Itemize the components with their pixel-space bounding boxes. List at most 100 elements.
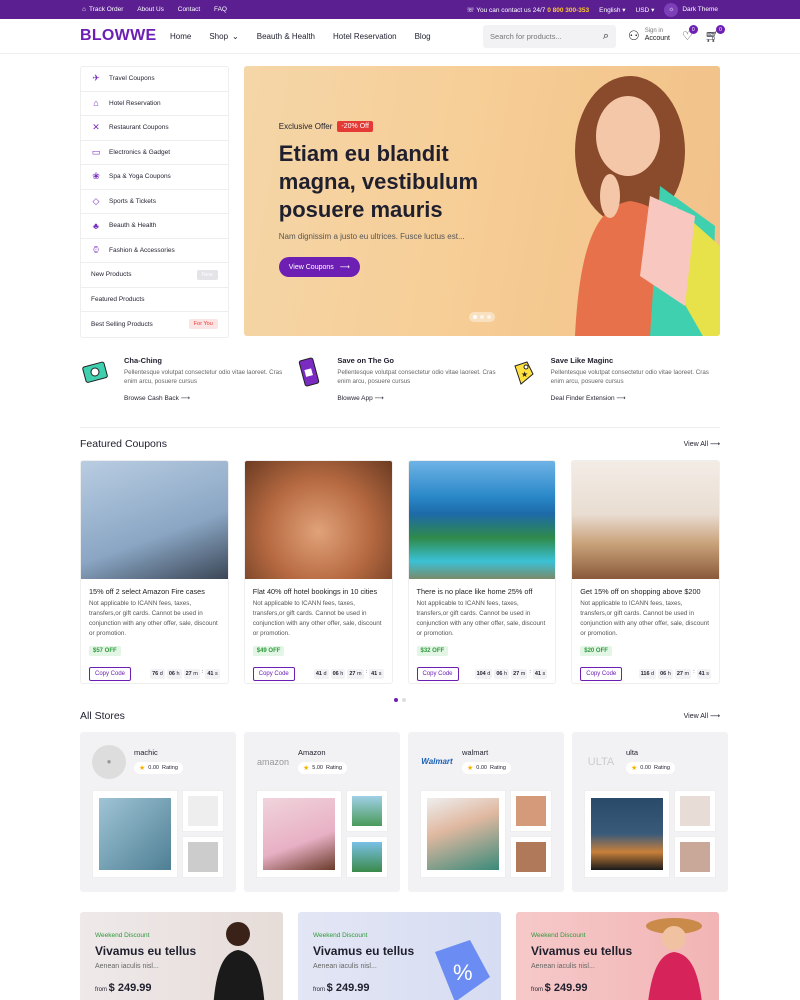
svg-text:★: ★ bbox=[521, 370, 528, 379]
account-link[interactable]: ⚇ Sign in Account bbox=[628, 28, 670, 44]
sidebar-item-travel[interactable]: ✈ Travel Coupons bbox=[81, 67, 228, 92]
store-logo: amazon bbox=[256, 756, 290, 767]
store-product-thumb[interactable] bbox=[674, 789, 716, 832]
browse-cash-back-link[interactable]: Browse Cash Back ⟶ bbox=[124, 394, 190, 402]
countdown-timer: 76 d 06 h 27 m:41 s bbox=[150, 668, 220, 679]
coupon-title: Get 15% off on shopping above $200 bbox=[580, 586, 701, 596]
language-select[interactable]: English ▾ bbox=[599, 6, 625, 14]
feature-app: Save on The Go Pellentesque volutpat con… bbox=[293, 356, 506, 405]
sidebar-item-fashion[interactable]: ⌚︎ Fashion & Accessories bbox=[81, 239, 228, 263]
promo-banner[interactable]: Weekend Discount Vivamus eu tellus Aenea… bbox=[298, 911, 501, 1000]
coupon-title: Flat 40% off hotel bookings in 10 cities bbox=[252, 586, 378, 596]
hotel-icon: ⌂ bbox=[93, 98, 99, 109]
sidebar-item-beauty[interactable]: ♣ Beauth & Health bbox=[81, 214, 228, 239]
blowwe-app-link[interactable]: Blowwe App ⟶ bbox=[337, 394, 384, 402]
feature-title: Cha-Ching bbox=[124, 355, 162, 365]
beauty-icon: ♣ bbox=[93, 220, 99, 231]
sidebar-item-new-products[interactable]: New Products New bbox=[81, 263, 228, 288]
store-card[interactable]: ULTA ulta ★ 0.00 Rating bbox=[572, 731, 728, 892]
sidebar-item-best-selling[interactable]: Best Selling Products For You bbox=[81, 312, 228, 337]
store-product-thumb[interactable] bbox=[510, 835, 552, 878]
store-product-thumb[interactable] bbox=[510, 789, 552, 832]
features-row: Cha-Ching Pellentesque volutpat consecte… bbox=[0, 338, 800, 405]
search-input[interactable]: Search for products... ⌕ bbox=[483, 24, 617, 48]
store-product-image[interactable] bbox=[92, 789, 178, 878]
countdown-timer: 41 d 06 h 27 m:41 s bbox=[313, 668, 384, 679]
sidebar-item-hotel[interactable]: ⌂ Hotel Reservation bbox=[81, 92, 228, 116]
contact-link[interactable]: Contact bbox=[178, 6, 200, 13]
view-coupons-button[interactable]: View Coupons ⟶ bbox=[278, 257, 360, 277]
wishlist-count: 0 bbox=[688, 25, 698, 34]
promo-banner[interactable]: Weekend Discount Vivamus eu tellus Aenea… bbox=[516, 911, 719, 1000]
coupon-price: $20 OFF bbox=[580, 645, 612, 656]
store-card[interactable]: amazon Amazon ★ 5.00 Rating bbox=[244, 731, 400, 892]
header: BLOWWE Home Shop ⌄ Beauth & Health Hotel … bbox=[0, 19, 800, 54]
nav-blog[interactable]: Blog bbox=[415, 32, 431, 41]
store-product-image[interactable] bbox=[256, 789, 342, 878]
spa-icon: ❀ bbox=[92, 171, 100, 182]
coupon-image bbox=[572, 460, 719, 579]
store-product-image[interactable] bbox=[584, 789, 670, 878]
track-order-link[interactable]: ⌂ Track Order bbox=[82, 6, 123, 13]
main-nav: Home Shop ⌄ Beauth & Health Hotel Reserva… bbox=[170, 32, 431, 41]
copy-code-button[interactable]: Copy Code bbox=[252, 666, 295, 681]
store-name: Amazon bbox=[298, 748, 326, 757]
store-product-thumb[interactable] bbox=[346, 789, 388, 832]
coupon-card[interactable]: Flat 40% off hotel bookings in 10 cities… bbox=[243, 459, 393, 684]
sidebar-item-spa[interactable]: ❀ Spa & Yoga Coupons bbox=[81, 165, 228, 190]
search-icon[interactable]: ⌕ bbox=[603, 30, 609, 43]
sidebar-item-sports[interactable]: ◇ Sports & Tickets bbox=[81, 190, 228, 214]
coupon-card[interactable]: Get 15% off on shopping above $200 Not a… bbox=[571, 459, 720, 684]
deal-finder-link[interactable]: Deal Finder Extension ⟶ bbox=[551, 394, 626, 402]
tag-icon: ★ bbox=[514, 360, 534, 385]
coupon-list: 15% off 2 select Amazon Fire cases Not a… bbox=[0, 450, 800, 684]
feature-text: Pellentesque volutpat consectetur odio v… bbox=[337, 368, 496, 385]
nav-home[interactable]: Home bbox=[170, 32, 191, 41]
currency-select[interactable]: USD ▾ bbox=[636, 6, 655, 14]
view-all-stores-link[interactable]: View All ⟶ bbox=[684, 712, 720, 720]
copy-code-button[interactable]: Copy Code bbox=[580, 666, 623, 681]
coupon-image bbox=[244, 460, 392, 579]
view-all-coupons-link[interactable]: View All ⟶ bbox=[684, 440, 720, 448]
sidebar-item-restaurant[interactable]: ✕ Restaurant Coupons bbox=[81, 116, 228, 141]
carousel-dots[interactable] bbox=[468, 312, 495, 322]
copy-code-button[interactable]: Copy Code bbox=[416, 666, 459, 681]
copy-code-button[interactable]: Copy Code bbox=[89, 666, 132, 681]
store-product-thumb[interactable] bbox=[182, 835, 224, 878]
coupon-image bbox=[81, 460, 228, 579]
promo-banner[interactable]: Weekend Discount Vivamus eu tellus Aenea… bbox=[80, 911, 283, 1000]
plane-icon: ✈ bbox=[92, 73, 100, 84]
store-product-thumb[interactable] bbox=[182, 789, 224, 832]
percent-tag-icon: % bbox=[435, 939, 490, 1000]
about-link[interactable]: About Us bbox=[137, 6, 164, 13]
dark-theme-toggle[interactable]: ☼ Dark Theme bbox=[664, 2, 718, 17]
nav-hotel-reservation[interactable]: Hotel Reservation bbox=[333, 32, 397, 41]
store-card[interactable]: Walmart walmart ★ 0.00 Rating bbox=[408, 731, 564, 892]
section-title: Featured Coupons bbox=[80, 437, 167, 450]
store-product-thumb[interactable] bbox=[346, 835, 388, 878]
store-product-thumb[interactable] bbox=[674, 835, 716, 878]
cart-button[interactable]: 🛒︎ 0 bbox=[705, 25, 725, 43]
sidebar-item-featured[interactable]: Featured Products bbox=[81, 288, 228, 312]
sun-icon: ☼ bbox=[664, 2, 679, 17]
store-product-image[interactable] bbox=[420, 789, 506, 878]
coupon-price: $49 OFF bbox=[252, 645, 285, 656]
store-logo: ULTA bbox=[587, 755, 615, 768]
nav-beauty-health[interactable]: Beauth & Health bbox=[257, 32, 315, 41]
logo[interactable]: BLOWWE bbox=[80, 27, 160, 45]
coupon-desc: Not applicable to ICANN fees, taxes, tra… bbox=[89, 599, 218, 637]
nav-shop[interactable]: Shop ⌄ bbox=[209, 32, 238, 41]
monitor-icon: ▭ bbox=[91, 146, 101, 157]
countdown-timer: 116 d 06 h 27 m:41 s bbox=[638, 668, 711, 679]
discount-badge: -20% Off bbox=[337, 121, 373, 132]
wishlist-button[interactable]: ♡ 0 bbox=[682, 25, 698, 43]
sidebar-item-electronics[interactable]: ▭ Electronics & Gadget bbox=[81, 141, 228, 165]
faq-link[interactable]: FAQ bbox=[214, 6, 227, 13]
coupon-card[interactable]: There is no place like home 25% off Not … bbox=[407, 459, 557, 684]
watch-icon: ⌚︎ bbox=[91, 244, 101, 255]
store-card[interactable]: ● machic ★ 0.00 Rating bbox=[80, 731, 236, 892]
coupon-card[interactable]: 15% off 2 select Amazon Fire cases Not a… bbox=[80, 459, 229, 684]
ticket-icon: ◇ bbox=[92, 195, 100, 206]
star-icon: ★ bbox=[631, 765, 638, 772]
banner-image bbox=[213, 921, 265, 1000]
